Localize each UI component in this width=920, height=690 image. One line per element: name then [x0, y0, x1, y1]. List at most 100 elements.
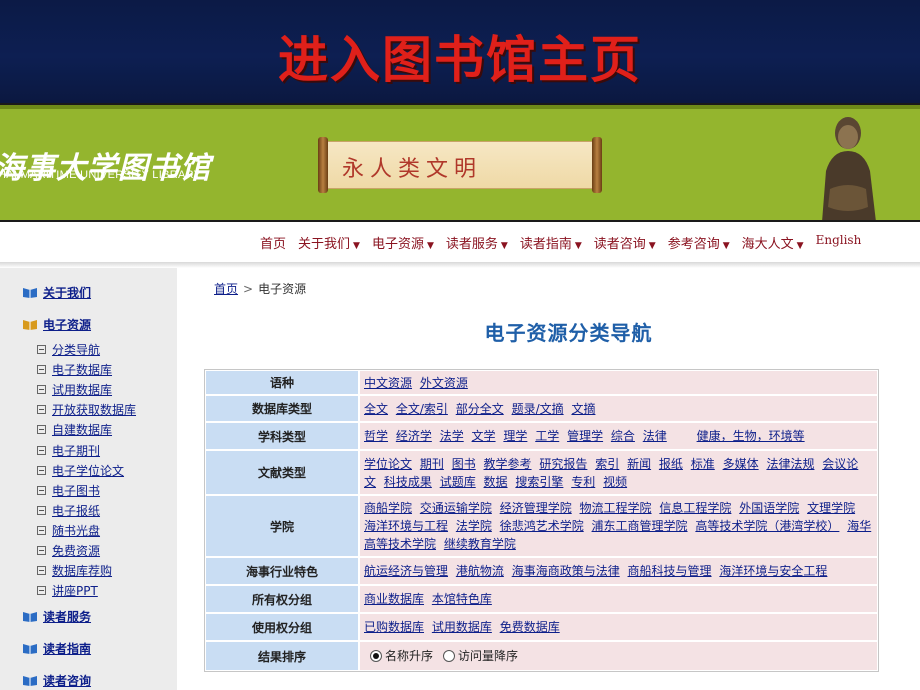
category-link[interactable]: 数据	[484, 475, 508, 489]
category-link[interactable]: 部分全文	[456, 402, 504, 416]
sidebar-subitem-1[interactable]: 电子数据库	[37, 361, 112, 378]
nav-item-2[interactable]: 电子资源 ▼	[372, 233, 434, 253]
category-link[interactable]: 文学	[472, 429, 496, 443]
category-link[interactable]: 免费数据库	[500, 620, 560, 634]
collapse-box-icon	[37, 385, 46, 395]
category-link[interactable]: 哲学	[364, 429, 388, 443]
sidebar-subitem-6[interactable]: 电子学位论文	[37, 462, 124, 479]
category-link[interactable]: 工学	[535, 429, 559, 443]
category-link[interactable]: 已购数据库	[364, 620, 424, 634]
nav-item-7[interactable]: 海大人文 ▼	[742, 233, 804, 253]
category-link[interactable]: 科技成果	[384, 475, 432, 489]
category-link[interactable]: 外文资源	[420, 376, 468, 390]
category-link[interactable]: 物流工程学院	[580, 501, 652, 515]
nav-item-4[interactable]: 读者指南 ▼	[520, 233, 582, 253]
row-label: 学院	[205, 495, 359, 557]
category-link[interactable]: 商船科技与管理	[628, 564, 712, 578]
sidebar-item-reader-guide[interactable]: 读者指南	[22, 640, 91, 657]
sidebar-subitem-9[interactable]: 随书光盘	[37, 522, 100, 539]
sidebar-item-about[interactable]: 关于我们	[22, 284, 91, 301]
category-link[interactable]: 海洋环境与工程	[364, 519, 448, 533]
category-link[interactable]: 学位论文	[364, 457, 412, 471]
category-link[interactable]: 海洋环境与安全工程	[719, 564, 827, 578]
category-link[interactable]: 交通运输学院	[420, 501, 492, 515]
nav-item-6[interactable]: 参考咨询 ▼	[668, 233, 730, 253]
category-link[interactable]: 标准	[691, 457, 715, 471]
category-link-extra[interactable]: 健康，生物，环境等	[697, 429, 805, 443]
scroll-roll-left	[318, 137, 328, 193]
sidebar-subitem-7[interactable]: 电子图书	[37, 482, 100, 499]
open-book-icon	[23, 320, 37, 330]
category-link[interactable]: 文理学院	[807, 501, 855, 515]
nav-item-label: 电子资源	[371, 237, 424, 252]
nav-item-0[interactable]: 首页	[260, 233, 286, 253]
sidebar-subitem-0[interactable]: 分类导航	[37, 341, 100, 358]
nav-items: 首页 关于我们 ▼ 电子资源 ▼ 读者服务 ▼ 读者指南 ▼ 读者咨询 ▼ 参考咨询 ▼ 海大人文 ▼ Eng…	[260, 233, 861, 253]
category-link[interactable]: 索引	[595, 457, 619, 471]
category-link[interactable]: 专利	[571, 475, 595, 489]
nav-item-8[interactable]: English	[816, 233, 862, 253]
collapse-box-icon	[37, 405, 46, 415]
category-link[interactable]: 继续教育学院	[444, 537, 516, 551]
category-link[interactable]: 搜索引擎	[515, 475, 563, 489]
category-link[interactable]: 视频	[603, 475, 627, 489]
sort-radio-label: 名称升序	[385, 649, 434, 663]
sidebar-subitem-12[interactable]: 讲座PPT	[37, 582, 98, 599]
sidebar-subitem-label: 数据库荐购	[52, 564, 113, 579]
category-link[interactable]: 教学参考	[484, 457, 532, 471]
table-row: 文献类型 学位论文 期刊 图书 教学参考 研究报告 索引 新闻 报纸 标准 多媒体…	[205, 450, 878, 495]
category-link[interactable]: 法律	[643, 429, 667, 443]
category-link[interactable]: 期刊	[420, 457, 444, 471]
breadcrumb-home-link[interactable]: 首页	[214, 282, 238, 296]
sidebar-subitem-8[interactable]: 电子报纸	[37, 502, 100, 519]
nav-item-3[interactable]: 读者服务 ▼	[446, 233, 508, 253]
sidebar-item-reader-consult[interactable]: 读者咨询	[22, 672, 91, 689]
category-link[interactable]: 题录/文摘	[512, 402, 564, 416]
category-link[interactable]: 图书	[452, 457, 476, 471]
sidebar-subitem-10[interactable]: 免费资源	[37, 542, 100, 559]
category-link[interactable]: 中文资源	[364, 376, 412, 390]
sidebar-subitem-2[interactable]: 试用数据库	[37, 381, 112, 398]
category-link[interactable]: 新闻	[627, 457, 651, 471]
category-link[interactable]: 法学	[440, 429, 464, 443]
category-link[interactable]: 报纸	[659, 457, 683, 471]
category-link[interactable]: 综合	[611, 429, 635, 443]
category-link[interactable]: 浦东工商管理学院	[592, 519, 688, 533]
category-link[interactable]: 航运经济与管理	[364, 564, 448, 578]
category-link[interactable]: 试题库	[440, 475, 476, 489]
nav-item-1[interactable]: 关于我们 ▼	[298, 233, 360, 253]
category-link[interactable]: 理学	[503, 429, 527, 443]
category-link[interactable]: 法学院	[456, 519, 492, 533]
category-link[interactable]: 全文	[364, 402, 388, 416]
main-content: 首页 > 电子资源 电子资源分类导航 语种 中文资源 外文资源 数据库类型 全文 全文/…	[177, 268, 920, 690]
category-link[interactable]: 外国语学院	[739, 501, 799, 515]
category-link[interactable]: 海事海商政策与法律	[512, 564, 620, 578]
main-nav: 首页 关于我们 ▼ 电子资源 ▼ 读者服务 ▼ 读者指南 ▼ 读者咨询 ▼ 参考咨询 ▼ 海大人文 ▼ Eng…	[0, 220, 920, 262]
sidebar-subitem-5[interactable]: 电子期刊	[37, 442, 100, 459]
category-link[interactable]: 商业数据库	[364, 592, 424, 606]
sidebar-item-reader-service[interactable]: 读者服务	[22, 608, 91, 625]
category-link[interactable]: 试用数据库	[432, 620, 492, 634]
category-link[interactable]: 徐悲鸿艺术学院	[500, 519, 584, 533]
sidebar-item-eresources[interactable]: 电子资源	[22, 316, 91, 333]
page-title: 电子资源分类导航	[484, 321, 653, 345]
category-link[interactable]: 全文/索引	[396, 402, 448, 416]
sidebar-subitem-3[interactable]: 开放获取数据库	[37, 401, 136, 418]
category-link[interactable]: 本馆特色库	[432, 592, 492, 606]
sort-radio-1[interactable]	[443, 650, 456, 662]
sidebar-subitem-11[interactable]: 数据库荐购	[37, 562, 112, 579]
category-link[interactable]: 商船学院	[364, 501, 412, 515]
category-link[interactable]: 管理学	[567, 429, 603, 443]
sort-radio-0[interactable]	[370, 650, 382, 662]
category-link[interactable]: 研究报告	[539, 457, 587, 471]
category-link[interactable]: 经济管理学院	[500, 501, 572, 515]
category-link[interactable]: 经济学	[396, 429, 432, 443]
category-link[interactable]: 多媒体	[723, 457, 759, 471]
category-link[interactable]: 文摘	[571, 402, 595, 416]
category-link[interactable]: 法律法规	[766, 457, 814, 471]
sidebar-subitem-4[interactable]: 自建数据库	[37, 421, 112, 438]
category-link[interactable]: 高等技术学院（港湾学校）	[695, 519, 839, 533]
nav-item-5[interactable]: 读者咨询 ▼	[594, 233, 656, 253]
category-link[interactable]: 港航物流	[456, 564, 504, 578]
category-link[interactable]: 信息工程学院	[659, 501, 731, 515]
